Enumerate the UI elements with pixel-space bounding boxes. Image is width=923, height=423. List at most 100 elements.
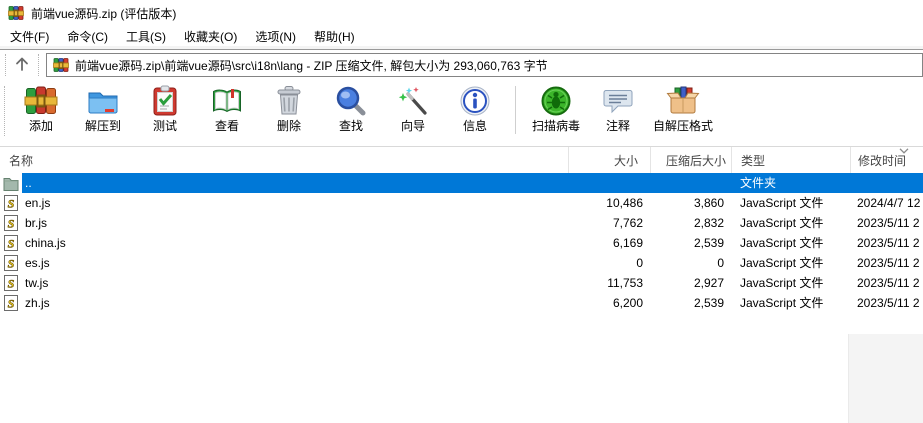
table-row[interactable]: Sen.js 10,486 3,860 JavaScript 文件 2024/4/7 1… <box>0 193 923 213</box>
table-row[interactable]: Ses.js 0 0 JavaScript 文件 2023/5/11 2 <box>0 253 923 273</box>
file-modified-time: 2024/4/7 12 <box>857 196 921 210</box>
menu-item-commands[interactable]: 命令(C) <box>58 26 117 47</box>
column-header-name[interactable]: 名称 <box>0 147 568 173</box>
table-row[interactable]: Stw.js 11,753 2,927 JavaScript 文件 2023/5/11 … <box>0 273 923 293</box>
sort-indicator-icon <box>899 148 909 154</box>
toolbar-button-label: 信息 <box>462 119 487 133</box>
toolbar-button-sfx[interactable]: 自解压格式 <box>649 83 717 133</box>
wizard-wand-icon <box>396 84 430 118</box>
column-header-size[interactable]: 大小 <box>568 147 650 173</box>
toolbar-button-delete[interactable]: 删除 <box>258 83 320 133</box>
column-header-packed-size[interactable]: 压缩后大小 <box>650 147 731 173</box>
file-name: tw.js <box>25 276 49 290</box>
folder-up-icon <box>3 175 20 192</box>
svg-text:S: S <box>8 277 15 291</box>
svg-text:S: S <box>8 197 15 211</box>
column-header-type[interactable]: 类型 <box>731 147 850 173</box>
file-modified-time: 2023/5/11 2 <box>857 276 920 290</box>
menu-item-help[interactable]: 帮助(H) <box>305 26 364 47</box>
scan-virus-icon <box>539 84 573 118</box>
row-highlight: china.js 6,169 2,539 JavaScript 文件 2023/5/11… <box>22 233 923 253</box>
archive-path-combobox[interactable]: 前端vue源码.zip\前端vue源码\src\i18n\lang - ZIP … <box>46 53 923 77</box>
toolbar-button-test[interactable]: 测试 <box>134 83 196 133</box>
extract-folder-icon <box>86 84 120 118</box>
toolbar-separator <box>515 86 516 134</box>
svg-text:S: S <box>8 237 15 251</box>
row-highlight: es.js 0 0 JavaScript 文件 2023/5/11 2 <box>22 253 923 273</box>
info-icon <box>458 84 492 118</box>
file-size: 0 <box>636 256 643 270</box>
toolbar-button-label: 自解压格式 <box>653 119 714 133</box>
toolbar-button-add[interactable]: 添加 <box>10 83 72 133</box>
table-row[interactable]: Schina.js 6,169 2,539 JavaScript 文件 2023/5/1… <box>0 233 923 253</box>
toolbar-gripper[interactable] <box>4 86 5 136</box>
file-name: zh.js <box>25 296 50 310</box>
js-file-icon: S <box>3 295 20 311</box>
column-header-label: 名称 <box>9 153 34 168</box>
toolbar-button-comment[interactable]: 注释 <box>587 83 649 133</box>
comment-icon <box>601 84 635 118</box>
row-highlight: .. 文件夹 <box>22 173 923 193</box>
toolbar-gripper[interactable] <box>5 54 6 76</box>
toolbar-button-wizard[interactable]: 向导 <box>382 83 444 133</box>
file-type: JavaScript 文件 <box>740 216 824 230</box>
sfx-box-icon <box>666 84 700 118</box>
toolbar-button-label: 向导 <box>400 119 425 133</box>
address-bar: 前端vue源码.zip\前端vue源码\src\i18n\lang - ZIP … <box>0 50 923 80</box>
file-packed-size: 0 <box>717 256 724 270</box>
toolbar-button-find[interactable]: 查找 <box>320 83 382 133</box>
toolbar-button-extract-to[interactable]: 解压到 <box>72 83 134 133</box>
add-books-icon <box>24 84 58 118</box>
menu-item-tools[interactable]: 工具(S) <box>117 26 175 47</box>
row-highlight: zh.js 6,200 2,539 JavaScript 文件 2023/5/11 2 <box>22 293 923 313</box>
toolbar-button-label: 查看 <box>214 119 239 133</box>
file-size: 10,486 <box>606 196 643 210</box>
test-clipboard-icon <box>148 84 182 118</box>
row-highlight: en.js 10,486 3,860 JavaScript 文件 2024/4/7 12 <box>22 193 923 213</box>
archive-path-text: 前端vue源码.zip\前端vue源码\src\i18n\lang - ZIP … <box>75 58 548 73</box>
table-row[interactable]: Sbr.js 7,762 2,832 JavaScript 文件 2023/5/11 2 <box>0 213 923 233</box>
toolbar-button-label: 解压到 <box>84 119 121 133</box>
file-packed-size: 2,927 <box>693 276 724 290</box>
up-one-level-button[interactable] <box>9 53 35 77</box>
svg-text:S: S <box>8 217 15 231</box>
column-header-label: 压缩后大小 <box>665 153 726 168</box>
file-type: JavaScript 文件 <box>740 196 824 210</box>
file-name: es.js <box>25 256 50 270</box>
menu-item-file[interactable]: 文件(F) <box>1 26 58 47</box>
file-modified-time: 2023/5/11 2 <box>857 256 920 270</box>
view-book-icon <box>210 84 244 118</box>
menu-item-favorites[interactable]: 收藏夹(O) <box>175 26 246 47</box>
winrar-books-icon <box>53 57 69 73</box>
file-size: 6,169 <box>612 236 643 250</box>
file-name: .. <box>25 176 32 190</box>
file-packed-size: 2,832 <box>693 216 724 230</box>
up-arrow-icon <box>13 55 31 76</box>
file-packed-size: 2,539 <box>693 296 724 310</box>
file-modified-time: 2023/5/11 2 <box>857 236 920 250</box>
toolbar-button-view[interactable]: 查看 <box>196 83 258 133</box>
row-highlight: tw.js 11,753 2,927 JavaScript 文件 2023/5/11 2 <box>22 273 923 293</box>
file-type: 文件夹 <box>740 176 777 190</box>
file-size: 6,200 <box>612 296 643 310</box>
title-bar: 前端vue源码.zip (评估版本) <box>0 0 923 26</box>
column-header-label: 大小 <box>613 153 638 168</box>
file-type: JavaScript 文件 <box>740 296 824 310</box>
table-row[interactable]: .. 文件夹 <box>0 173 923 193</box>
toolbar-button-scan-virus[interactable]: 扫描病毒 <box>525 83 587 133</box>
toolbar-gripper[interactable] <box>38 54 39 76</box>
table-row[interactable]: Szh.js 6,200 2,539 JavaScript 文件 2023/5/11 2 <box>0 293 923 313</box>
svg-text:S: S <box>8 297 15 311</box>
toolbar-button-label: 查找 <box>338 119 363 133</box>
js-file-icon: S <box>3 255 20 271</box>
toolbar-button-label: 添加 <box>28 119 53 133</box>
column-header-modified-time[interactable]: 修改时间 <box>850 147 923 173</box>
toolbar-button-label: 测试 <box>152 119 177 133</box>
menu-item-options[interactable]: 选项(N) <box>246 26 305 47</box>
toolbar-button-info[interactable]: 信息 <box>444 83 506 133</box>
find-magnifier-icon <box>334 84 368 118</box>
file-name: en.js <box>25 196 51 210</box>
file-name: br.js <box>25 216 48 230</box>
toolbar-button-label: 扫描病毒 <box>531 119 580 133</box>
file-list-empty-area <box>0 313 923 423</box>
